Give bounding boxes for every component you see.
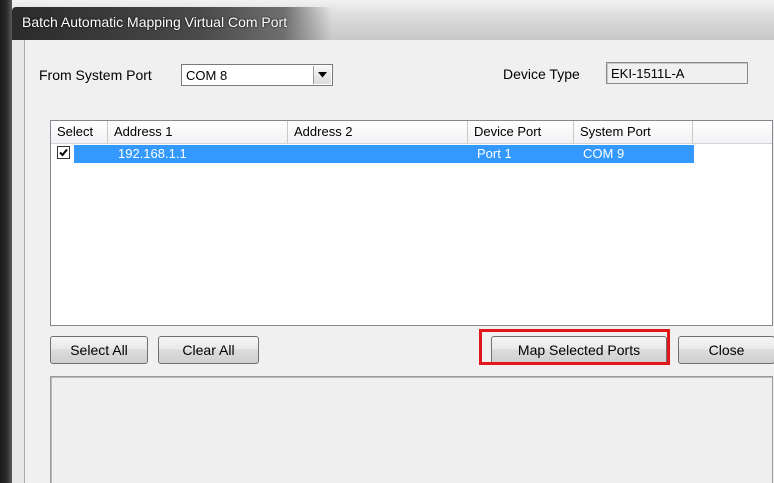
column-header-system-port[interactable]: System Port — [574, 121, 693, 143]
device-type-field: EKI-1511L-A — [606, 62, 748, 84]
list-header: Select Address 1 Address 2 Device Port S… — [51, 121, 772, 144]
cell-system-port: COM 9 — [583, 146, 625, 161]
table-row[interactable]: 192.168.1.1 Port 1 COM 9 — [52, 145, 694, 163]
dialog-window: Batch Automatic Mapping Virtual Com Port… — [12, 0, 774, 483]
checkmark-icon — [59, 148, 68, 157]
from-system-port-select[interactable]: COM 8 — [181, 64, 333, 86]
dialog-client-area: From System Port COM 8 Device Type EKI-1… — [24, 40, 774, 483]
column-header-select[interactable]: Select — [51, 121, 108, 143]
clear-all-button[interactable]: Clear All — [158, 336, 259, 364]
window-frame-left — [0, 0, 12, 483]
column-header-device-port[interactable]: Device Port — [468, 121, 574, 143]
column-header-address2[interactable]: Address 2 — [288, 121, 468, 143]
status-panel — [50, 376, 773, 483]
dropdown-button[interactable] — [313, 66, 331, 84]
port-mapping-list[interactable]: Select Address 1 Address 2 Device Port S… — [50, 120, 773, 326]
chevron-down-icon — [318, 72, 327, 78]
select-all-button[interactable]: Select All — [50, 336, 148, 364]
row-select-checkbox[interactable] — [57, 146, 70, 159]
cell-address1: 192.168.1.1 — [118, 146, 187, 161]
cell-device-port: Port 1 — [477, 146, 512, 161]
from-system-port-value: COM 8 — [186, 68, 228, 83]
annotation-highlight-box — [479, 329, 670, 365]
title-bar[interactable]: Batch Automatic Mapping Virtual Com Port — [12, 0, 774, 40]
close-button[interactable]: Close — [678, 336, 774, 364]
window-title: Batch Automatic Mapping Virtual Com Port — [22, 14, 288, 30]
column-header-address1[interactable]: Address 1 — [108, 121, 288, 143]
device-type-value: EKI-1511L-A — [611, 66, 685, 81]
from-system-port-label: From System Port — [39, 67, 152, 83]
device-type-label: Device Type — [503, 66, 580, 82]
